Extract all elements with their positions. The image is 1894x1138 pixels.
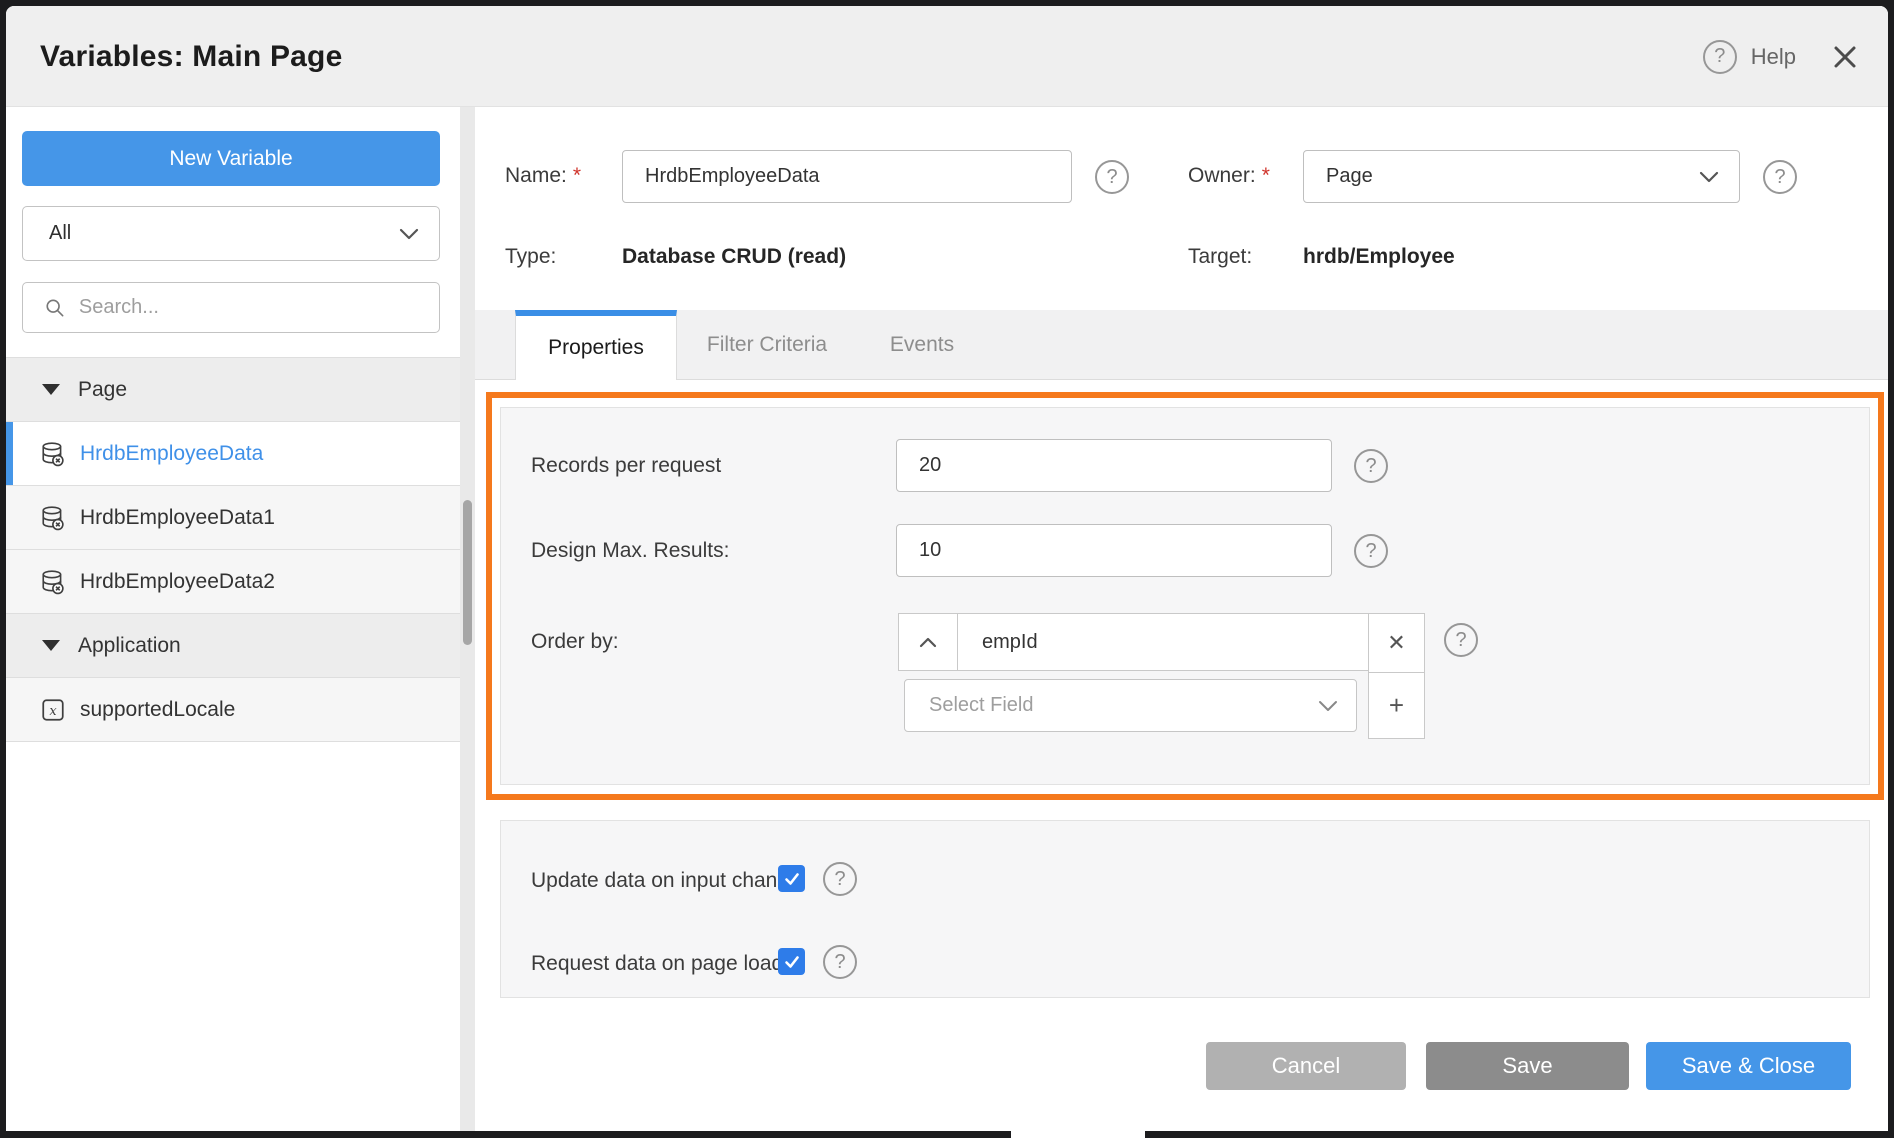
scrollbar-thumb[interactable] — [463, 500, 472, 645]
collapse-caret-icon — [42, 384, 60, 395]
variable-icon: x — [40, 697, 66, 723]
name-label: Name:* — [505, 164, 581, 188]
collapse-caret-icon — [42, 640, 60, 651]
variable-row-hrdbemployeedata[interactable]: HrdbEmployeeData — [6, 422, 460, 486]
sidebar-scrollbar[interactable] — [460, 107, 475, 1131]
owner-select[interactable]: Page — [1303, 150, 1740, 203]
chevron-down-icon — [1318, 700, 1338, 712]
variable-label: supportedLocale — [80, 698, 235, 722]
records-help-icon[interactable]: ? — [1354, 449, 1388, 483]
chevron-down-icon — [1699, 171, 1719, 183]
variable-row-hrdbemployeedata2[interactable]: HrdbEmployeeData2 — [6, 550, 460, 614]
database-crud-icon — [40, 569, 66, 595]
check-icon — [783, 870, 801, 888]
variable-row-supportedlocale[interactable]: x supportedLocale — [6, 678, 460, 742]
svg-text:x: x — [49, 703, 57, 718]
add-sort-button[interactable]: + — [1368, 672, 1425, 739]
screen: Variables: Main Page ? Help New Variable… — [0, 0, 1894, 1138]
sort-direction-toggle[interactable] — [898, 613, 958, 671]
update-on-input-change-label: Update data on input change — [531, 869, 801, 893]
save-and-close-button[interactable]: Save & Close — [1646, 1042, 1851, 1090]
database-crud-icon — [40, 441, 66, 467]
highlight-outline: Records per request ? Design Max. Result… — [486, 392, 1884, 800]
type-value: Database CRUD (read) — [622, 245, 846, 269]
variable-type-filter-select[interactable]: All — [22, 206, 440, 261]
dialog-title: Variables: Main Page — [40, 6, 342, 107]
background-page-sliver — [1011, 1131, 1145, 1138]
variable-list: Page HrdbEmployeeData HrdbEmployeeData1 — [6, 357, 460, 742]
variables-dialog: Variables: Main Page ? Help New Variable… — [6, 6, 1888, 1131]
order-by-actions: ✕ + — [1368, 613, 1425, 739]
variable-label: HrdbEmployeeData2 — [80, 570, 275, 594]
group-label: Application — [78, 634, 181, 658]
help-icon[interactable]: ? — [1703, 40, 1737, 74]
group-row-application[interactable]: Application — [6, 614, 460, 678]
check-icon — [783, 953, 801, 971]
variable-detail-panel: Name:* ? Owner:* Page ? Type: Database C… — [475, 107, 1888, 1131]
tab-filter-criteria[interactable]: Filter Criteria — [677, 310, 857, 380]
target-label: Target: — [1188, 245, 1252, 269]
help-link[interactable]: Help — [1751, 44, 1796, 70]
tab-events[interactable]: Events — [857, 310, 987, 380]
type-label: Type: — [505, 245, 556, 269]
query-settings-panel: Records per request ? Design Max. Result… — [500, 407, 1870, 785]
variable-label: HrdbEmployeeData1 — [80, 506, 275, 530]
design-max-results-label: Design Max. Results: — [531, 539, 729, 563]
request-on-page-load-checkbox[interactable] — [778, 948, 805, 975]
order-by-field-input[interactable] — [958, 630, 1368, 655]
records-per-request-input[interactable] — [896, 439, 1332, 492]
variable-search — [22, 282, 440, 333]
update-on-input-change-checkbox[interactable] — [778, 865, 805, 892]
owner-select-value: Page — [1326, 165, 1373, 188]
group-row-page[interactable]: Page — [6, 358, 460, 422]
update-help-icon[interactable]: ? — [823, 862, 857, 896]
required-marker: * — [1262, 164, 1270, 187]
design-max-results-input[interactable] — [896, 524, 1332, 577]
design-max-help-icon[interactable]: ? — [1354, 534, 1388, 568]
group-label: Page — [78, 378, 127, 402]
order-by-row — [898, 613, 1369, 671]
order-by-help-icon[interactable]: ? — [1444, 623, 1478, 657]
chevron-up-icon — [919, 637, 937, 648]
remove-sort-button[interactable]: ✕ — [1368, 613, 1425, 673]
request-help-icon[interactable]: ? — [823, 945, 857, 979]
owner-label: Owner:* — [1188, 164, 1270, 188]
data-options-panel: Update data on input change ? Request da… — [500, 820, 1870, 998]
records-per-request-label: Records per request — [531, 454, 721, 478]
dialog-header: Variables: Main Page ? Help — [6, 6, 1888, 107]
chevron-down-icon — [399, 228, 419, 240]
request-on-page-load-label: Request data on page load — [531, 952, 783, 976]
cancel-button[interactable]: Cancel — [1206, 1042, 1406, 1090]
search-input[interactable] — [77, 295, 425, 320]
required-marker: * — [573, 164, 581, 187]
owner-help-icon[interactable]: ? — [1763, 160, 1797, 194]
variable-sidebar: New Variable All Page — [6, 107, 460, 1131]
tab-strip: Properties Filter Criteria Events — [475, 310, 1888, 380]
name-input[interactable] — [622, 150, 1072, 203]
select-field-placeholder: Select Field — [929, 694, 1034, 717]
close-icon[interactable] — [1832, 44, 1858, 70]
variable-type-filter-value: All — [49, 222, 71, 245]
target-value: hrdb/Employee — [1303, 245, 1455, 269]
search-icon — [45, 297, 65, 319]
variable-row-hrdbemployeedata1[interactable]: HrdbEmployeeData1 — [6, 486, 460, 550]
header-actions: ? Help — [1703, 6, 1858, 107]
save-button[interactable]: Save — [1426, 1042, 1629, 1090]
order-by-field[interactable] — [957, 613, 1369, 671]
tab-properties[interactable]: Properties — [515, 310, 677, 380]
new-variable-button[interactable]: New Variable — [22, 131, 440, 186]
variable-label: HrdbEmployeeData — [80, 442, 263, 466]
select-field-dropdown[interactable]: Select Field — [904, 679, 1357, 732]
order-by-label: Order by: — [531, 630, 619, 654]
database-crud-icon — [40, 505, 66, 531]
name-help-icon[interactable]: ? — [1095, 160, 1129, 194]
